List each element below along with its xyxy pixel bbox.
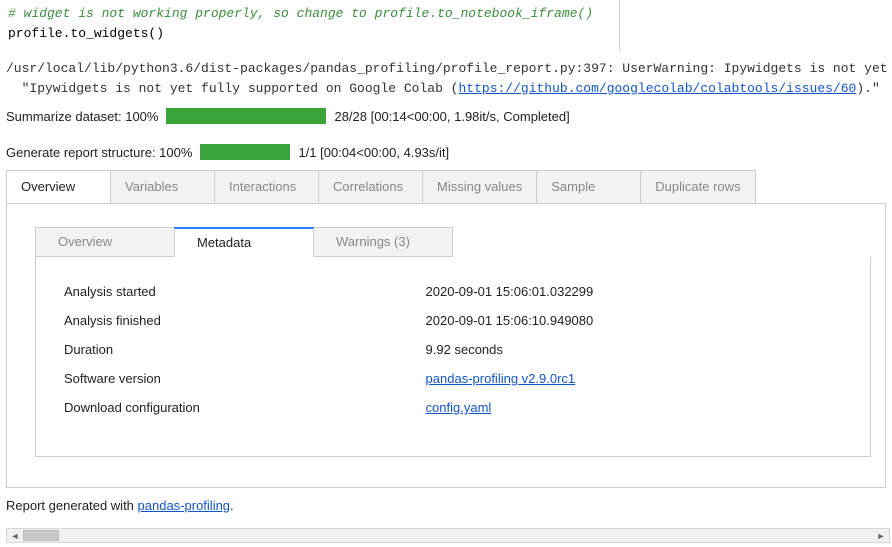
- meta-val: 2020-09-01 15:06:10.949080: [422, 306, 846, 335]
- metadata-panel: Analysis started 2020-09-01 15:06:01.032…: [35, 257, 871, 457]
- report-footer: Report generated with pandas-profiling.: [0, 488, 892, 519]
- table-row: Software version pandas-profiling v2.9.0…: [60, 364, 846, 393]
- progress-info: 28/28 [00:14<00:00, 1.98it/s, Completed]: [334, 109, 569, 124]
- progress-info: 1/1 [00:04<00:00, 4.93s/it]: [298, 145, 449, 160]
- progress-summarize: Summarize dataset: 100% 28/28 [00:14<00:…: [0, 102, 892, 130]
- meta-val: 9.92 seconds: [422, 335, 846, 364]
- code-comment: # widget is not working properly, so cha…: [8, 6, 593, 21]
- tab-sample[interactable]: Sample: [536, 170, 641, 203]
- code-line: profile.to_widgets(): [8, 26, 164, 41]
- warning-msg-1: "Ipywidgets is not yet fully supported o…: [6, 81, 458, 96]
- scroll-right-arrow-icon[interactable]: ►: [873, 529, 889, 542]
- report: Overview Variables Interactions Correlat…: [6, 170, 886, 488]
- pandas-profiling-link[interactable]: pandas-profiling: [138, 498, 231, 513]
- table-row: Download configuration config.yaml: [60, 393, 846, 422]
- report-body: Overview Metadata Warnings (3) Analysis …: [6, 203, 886, 488]
- meta-key: Analysis finished: [60, 306, 422, 335]
- subtab-metadata[interactable]: Metadata: [174, 227, 314, 257]
- footer-prefix: Report generated with: [6, 498, 138, 513]
- tab-duplicate-rows[interactable]: Duplicate rows: [640, 170, 755, 203]
- table-row: Analysis started 2020-09-01 15:06:01.032…: [60, 277, 846, 306]
- progress-label: Summarize dataset: 100%: [6, 109, 158, 124]
- software-version-link[interactable]: pandas-profiling v2.9.0rc1: [426, 371, 576, 386]
- tab-missing-values[interactable]: Missing values: [422, 170, 537, 203]
- tab-correlations[interactable]: Correlations: [318, 170, 423, 203]
- meta-val: 2020-09-01 15:06:01.032299: [422, 277, 846, 306]
- footer-suffix: .: [230, 498, 234, 513]
- warning-msg-2: ).": [856, 81, 879, 96]
- config-download-link[interactable]: config.yaml: [426, 400, 492, 415]
- scroll-left-arrow-icon[interactable]: ◄: [7, 529, 23, 542]
- meta-key: Analysis started: [60, 277, 422, 306]
- warning-link[interactable]: https://github.com/googlecolab/colabtool…: [458, 81, 856, 96]
- meta-key: Duration: [60, 335, 422, 364]
- warning-path: /usr/local/lib/python3.6/dist-packages/p…: [6, 61, 892, 76]
- tab-interactions[interactable]: Interactions: [214, 170, 319, 203]
- table-row: Analysis finished 2020-09-01 15:06:10.94…: [60, 306, 846, 335]
- tab-overview[interactable]: Overview: [6, 170, 111, 203]
- scrollbar-thumb[interactable]: [23, 530, 59, 541]
- sub-tabs: Overview Metadata Warnings (3): [35, 227, 871, 257]
- warning-output: /usr/local/lib/python3.6/dist-packages/p…: [0, 51, 892, 102]
- main-tabs: Overview Variables Interactions Correlat…: [6, 170, 886, 204]
- code-cell: # widget is not working properly, so cha…: [0, 0, 620, 51]
- table-row: Duration 9.92 seconds: [60, 335, 846, 364]
- horizontal-scrollbar[interactable]: ◄ ►: [6, 528, 890, 543]
- progress-bar: [200, 144, 290, 160]
- meta-key: Software version: [60, 364, 422, 393]
- tab-variables[interactable]: Variables: [110, 170, 215, 203]
- progress-generate: Generate report structure: 100% 1/1 [00:…: [0, 138, 892, 166]
- subtab-overview[interactable]: Overview: [35, 227, 175, 257]
- progress-label: Generate report structure: 100%: [6, 145, 192, 160]
- subtab-warnings[interactable]: Warnings (3): [313, 227, 453, 257]
- metadata-table: Analysis started 2020-09-01 15:06:01.032…: [60, 277, 846, 422]
- meta-key: Download configuration: [60, 393, 422, 422]
- progress-bar: [166, 108, 326, 124]
